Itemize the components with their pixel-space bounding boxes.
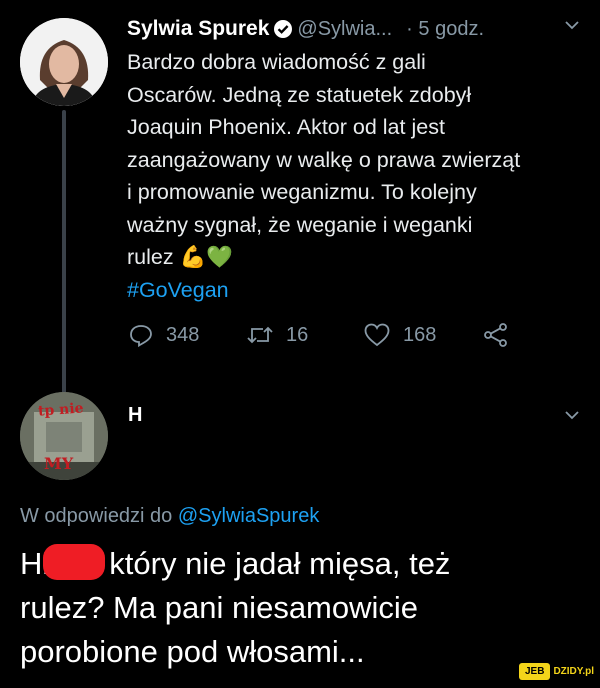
- replies-count: 348: [166, 323, 200, 346]
- tweet-text: Bardzo dobra wiadomość z gali Oscarów. J…: [127, 46, 587, 306]
- green-heart-emoji-icon: 💚: [206, 245, 234, 269]
- watermark: JEB DZIDY.pl: [518, 660, 594, 682]
- author-avatar[interactable]: [20, 18, 108, 106]
- tweet-text-line: zaangażowany w walkę o prawa zwierząt: [127, 147, 521, 172]
- author-avatar-image: [20, 18, 108, 106]
- heart-icon: [364, 323, 390, 347]
- tweet-text-line: ważny sygnał, że weganie i weganki: [127, 212, 473, 237]
- retweets-count: 16: [286, 323, 309, 346]
- reply-menu-chevron-icon[interactable]: [563, 406, 581, 429]
- redaction-mark: [43, 544, 106, 580]
- hashtag-link[interactable]: #GoVegan: [127, 274, 587, 307]
- reply-text: Hi który nie jadał mięsa, też rulez? Ma p…: [20, 542, 580, 674]
- tweet-text-line: i promowanie weganizmu. To kolejny: [127, 180, 477, 204]
- author-name[interactable]: Sylwia Spurek: [127, 17, 269, 41]
- tweet-text-line: Joaquin Phoenix. Aktor od lat jest: [127, 115, 445, 139]
- replying-to: W odpowiedzi do @SylwiaSpurek: [20, 505, 320, 527]
- likes-count: 168: [403, 323, 437, 346]
- tweet-text-line: Oscarów. Jedną ze statuetek zdobył: [127, 82, 472, 107]
- reply-icon: [130, 325, 152, 348]
- flexed-biceps-emoji-icon: 💪: [179, 245, 207, 269]
- share-button[interactable]: [483, 322, 521, 348]
- retweet-icon: [247, 326, 273, 344]
- tweet-text-line-last: rulez 💪💚: [127, 245, 234, 269]
- share-icon: [484, 323, 507, 347]
- replying-to-handle[interactable]: @SylwiaSpurek: [178, 505, 319, 527]
- tweet-time[interactable]: · 5 godz.: [406, 18, 484, 41]
- like-button[interactable]: 168: [363, 322, 436, 348]
- reply-author-name[interactable]: H: [128, 404, 142, 427]
- reply-author-avatar[interactable]: tp nie MY: [20, 392, 108, 480]
- tweet-text-line: Bardzo dobra wiadomość z gali: [127, 50, 426, 74]
- retweet-button[interactable]: 16: [246, 322, 308, 348]
- reply-button[interactable]: 348: [128, 322, 199, 348]
- verified-badge-icon: [273, 19, 293, 39]
- reply-text-line: rulez? Ma pani niesamowicie: [20, 590, 419, 625]
- reply-avatar-graffiti-top: tp nie: [37, 400, 85, 420]
- reply-avatar-graffiti-bottom: MY: [44, 454, 74, 473]
- reply-text-line: porobione pod włosami...: [20, 634, 365, 669]
- tweet-header: Sylwia Spurek @Sylwia... · 5 godz.: [127, 14, 587, 44]
- tweet-menu-chevron-icon[interactable]: [563, 16, 581, 39]
- thread-line: [62, 110, 66, 400]
- reply-text-line: Hi który nie jadał mięsa, też: [20, 544, 451, 581]
- author-handle[interactable]: @Sylwia...: [297, 18, 392, 41]
